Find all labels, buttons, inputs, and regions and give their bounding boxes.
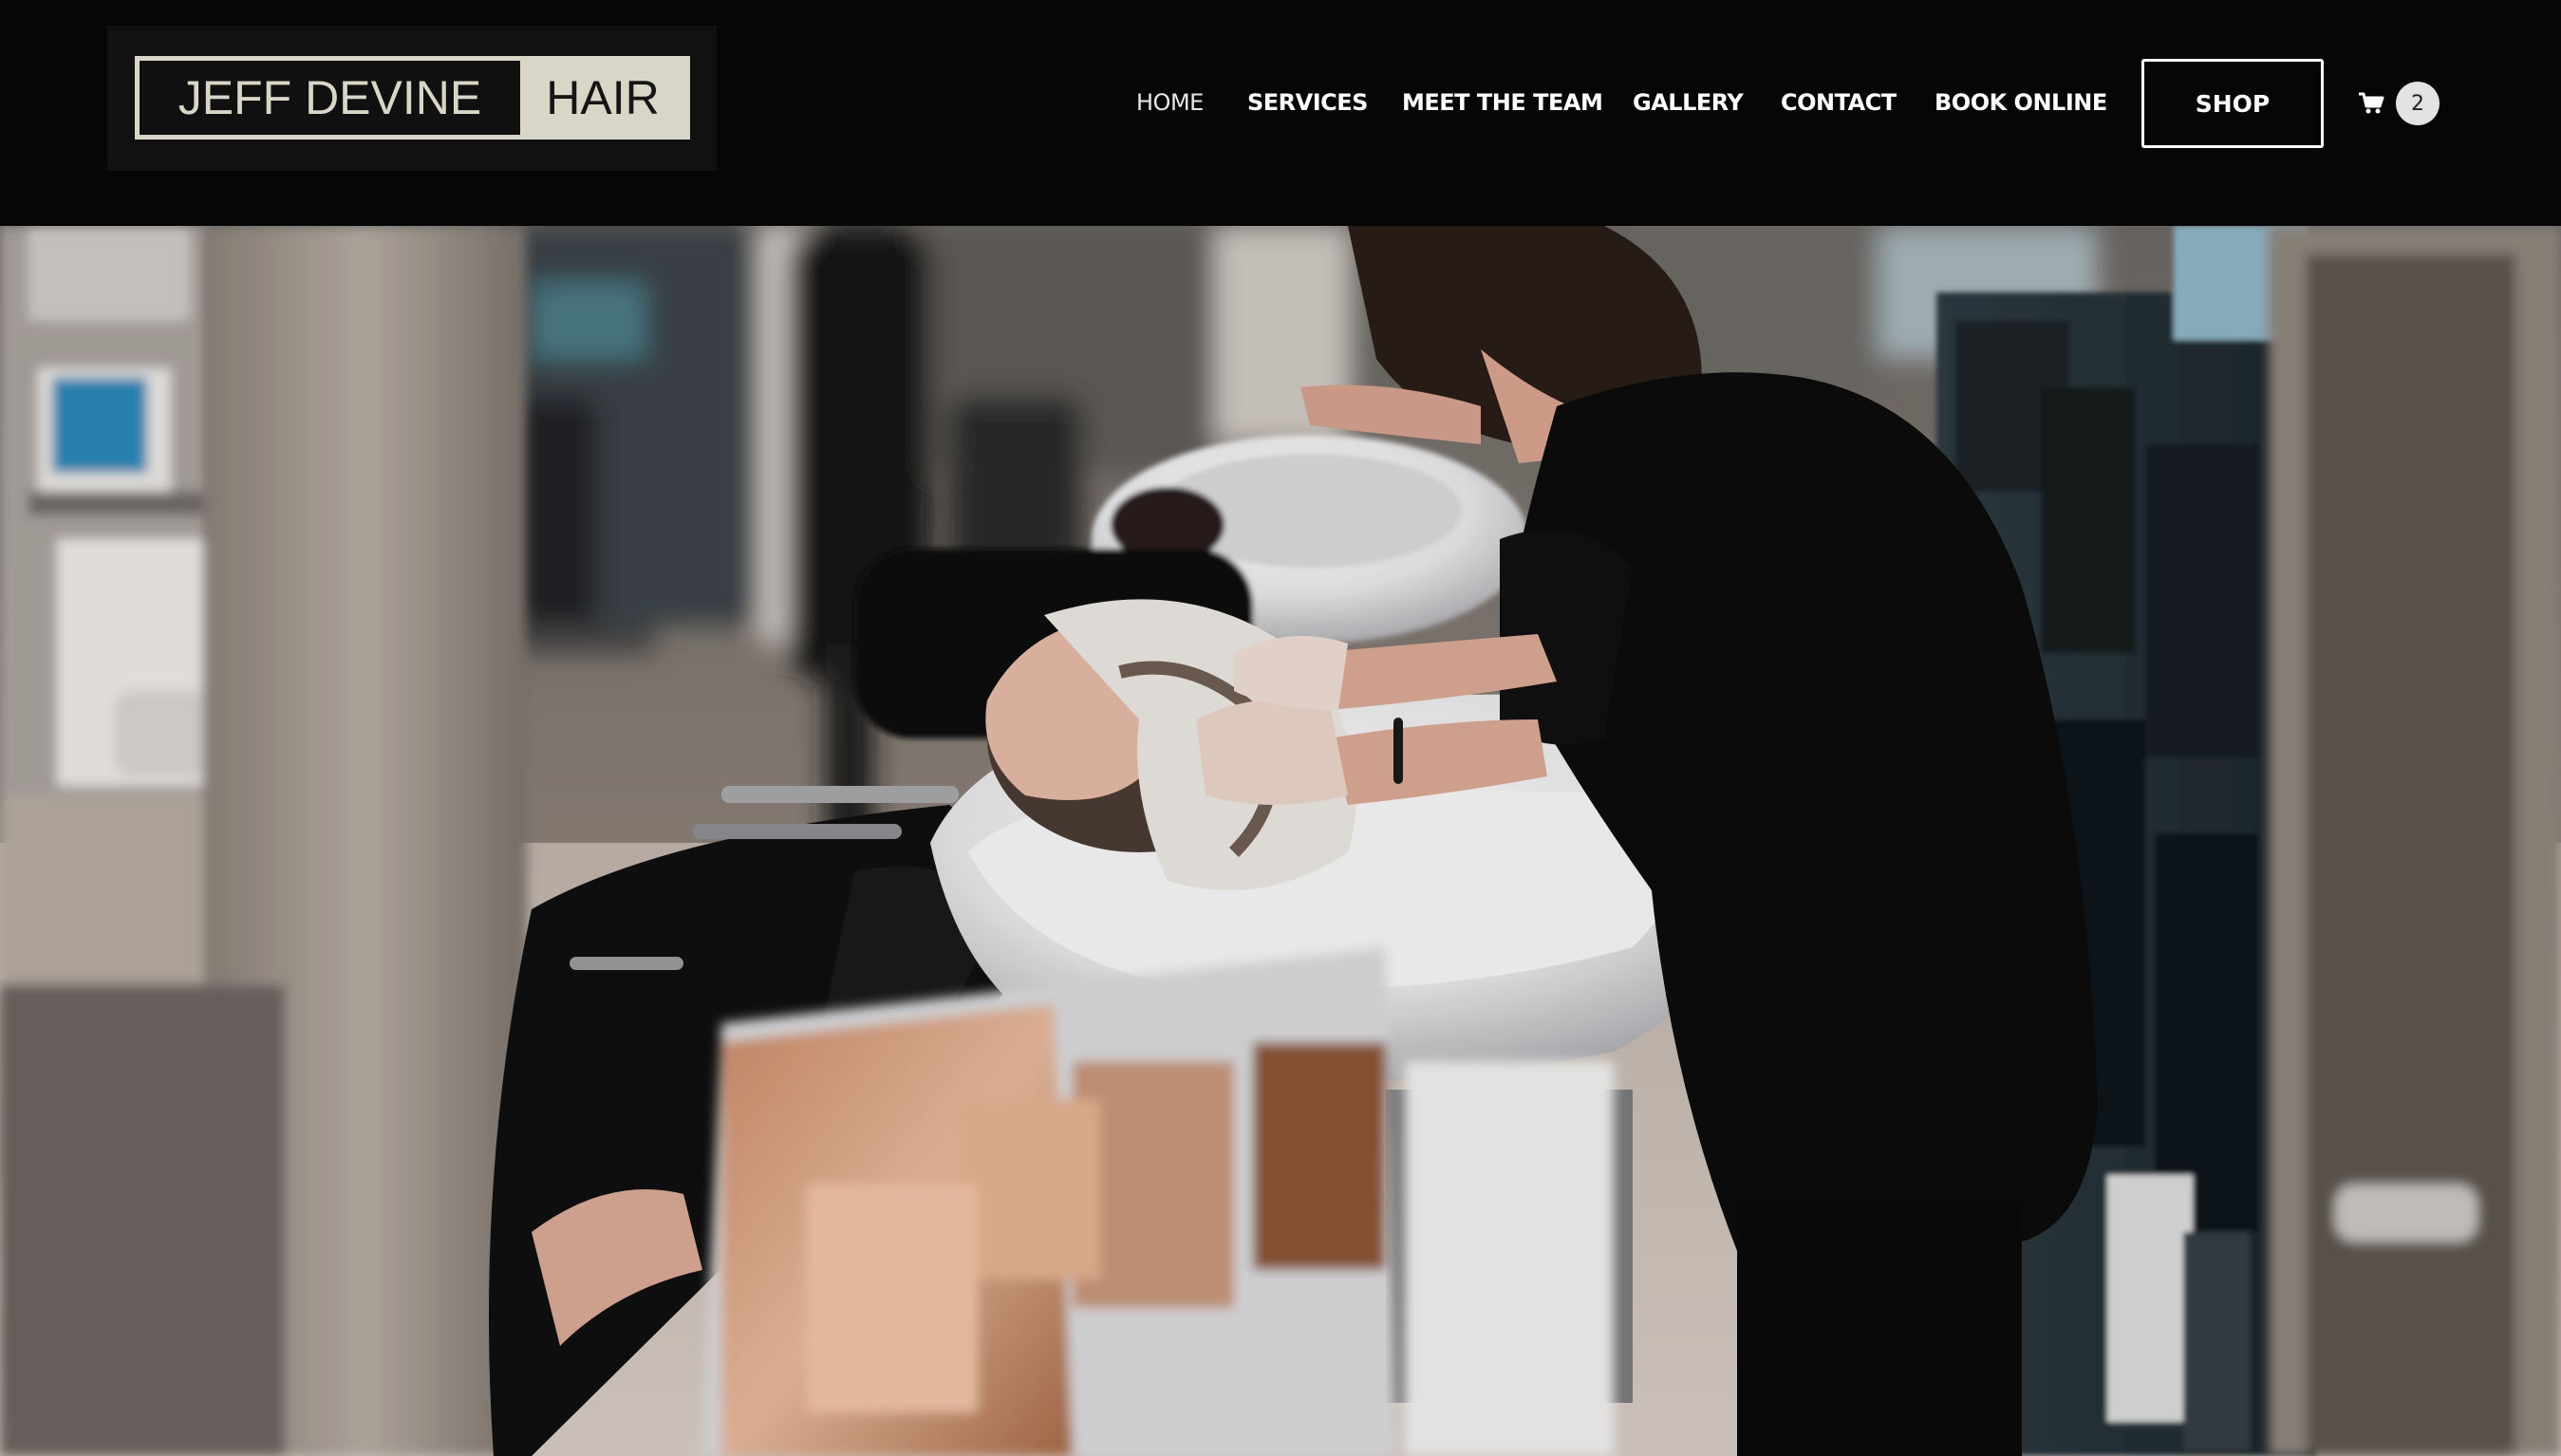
cart-count-badge: 2	[2396, 82, 2439, 125]
nav-meet-the-team[interactable]: MEET THE TEAM	[1402, 84, 1603, 121]
nav-services[interactable]: SERVICES	[1247, 84, 1368, 121]
nav-gallery[interactable]: GALLERY	[1633, 84, 1744, 121]
nav-home[interactable]: HOME	[1136, 84, 1204, 121]
salon-photo	[0, 226, 2561, 1456]
shopping-cart-icon	[2359, 92, 2384, 114]
cart-button[interactable]: 2	[2358, 80, 2443, 127]
nav-book-online[interactable]: BOOK ONLINE	[1935, 84, 2107, 121]
hero-image	[0, 226, 2561, 1456]
site-header: JEFF DEVINE HAIR HOME SERVICES MEET THE …	[0, 0, 2561, 226]
nav-contact[interactable]: CONTACT	[1781, 84, 1897, 121]
shop-button[interactable]: SHOP	[2141, 59, 2324, 148]
